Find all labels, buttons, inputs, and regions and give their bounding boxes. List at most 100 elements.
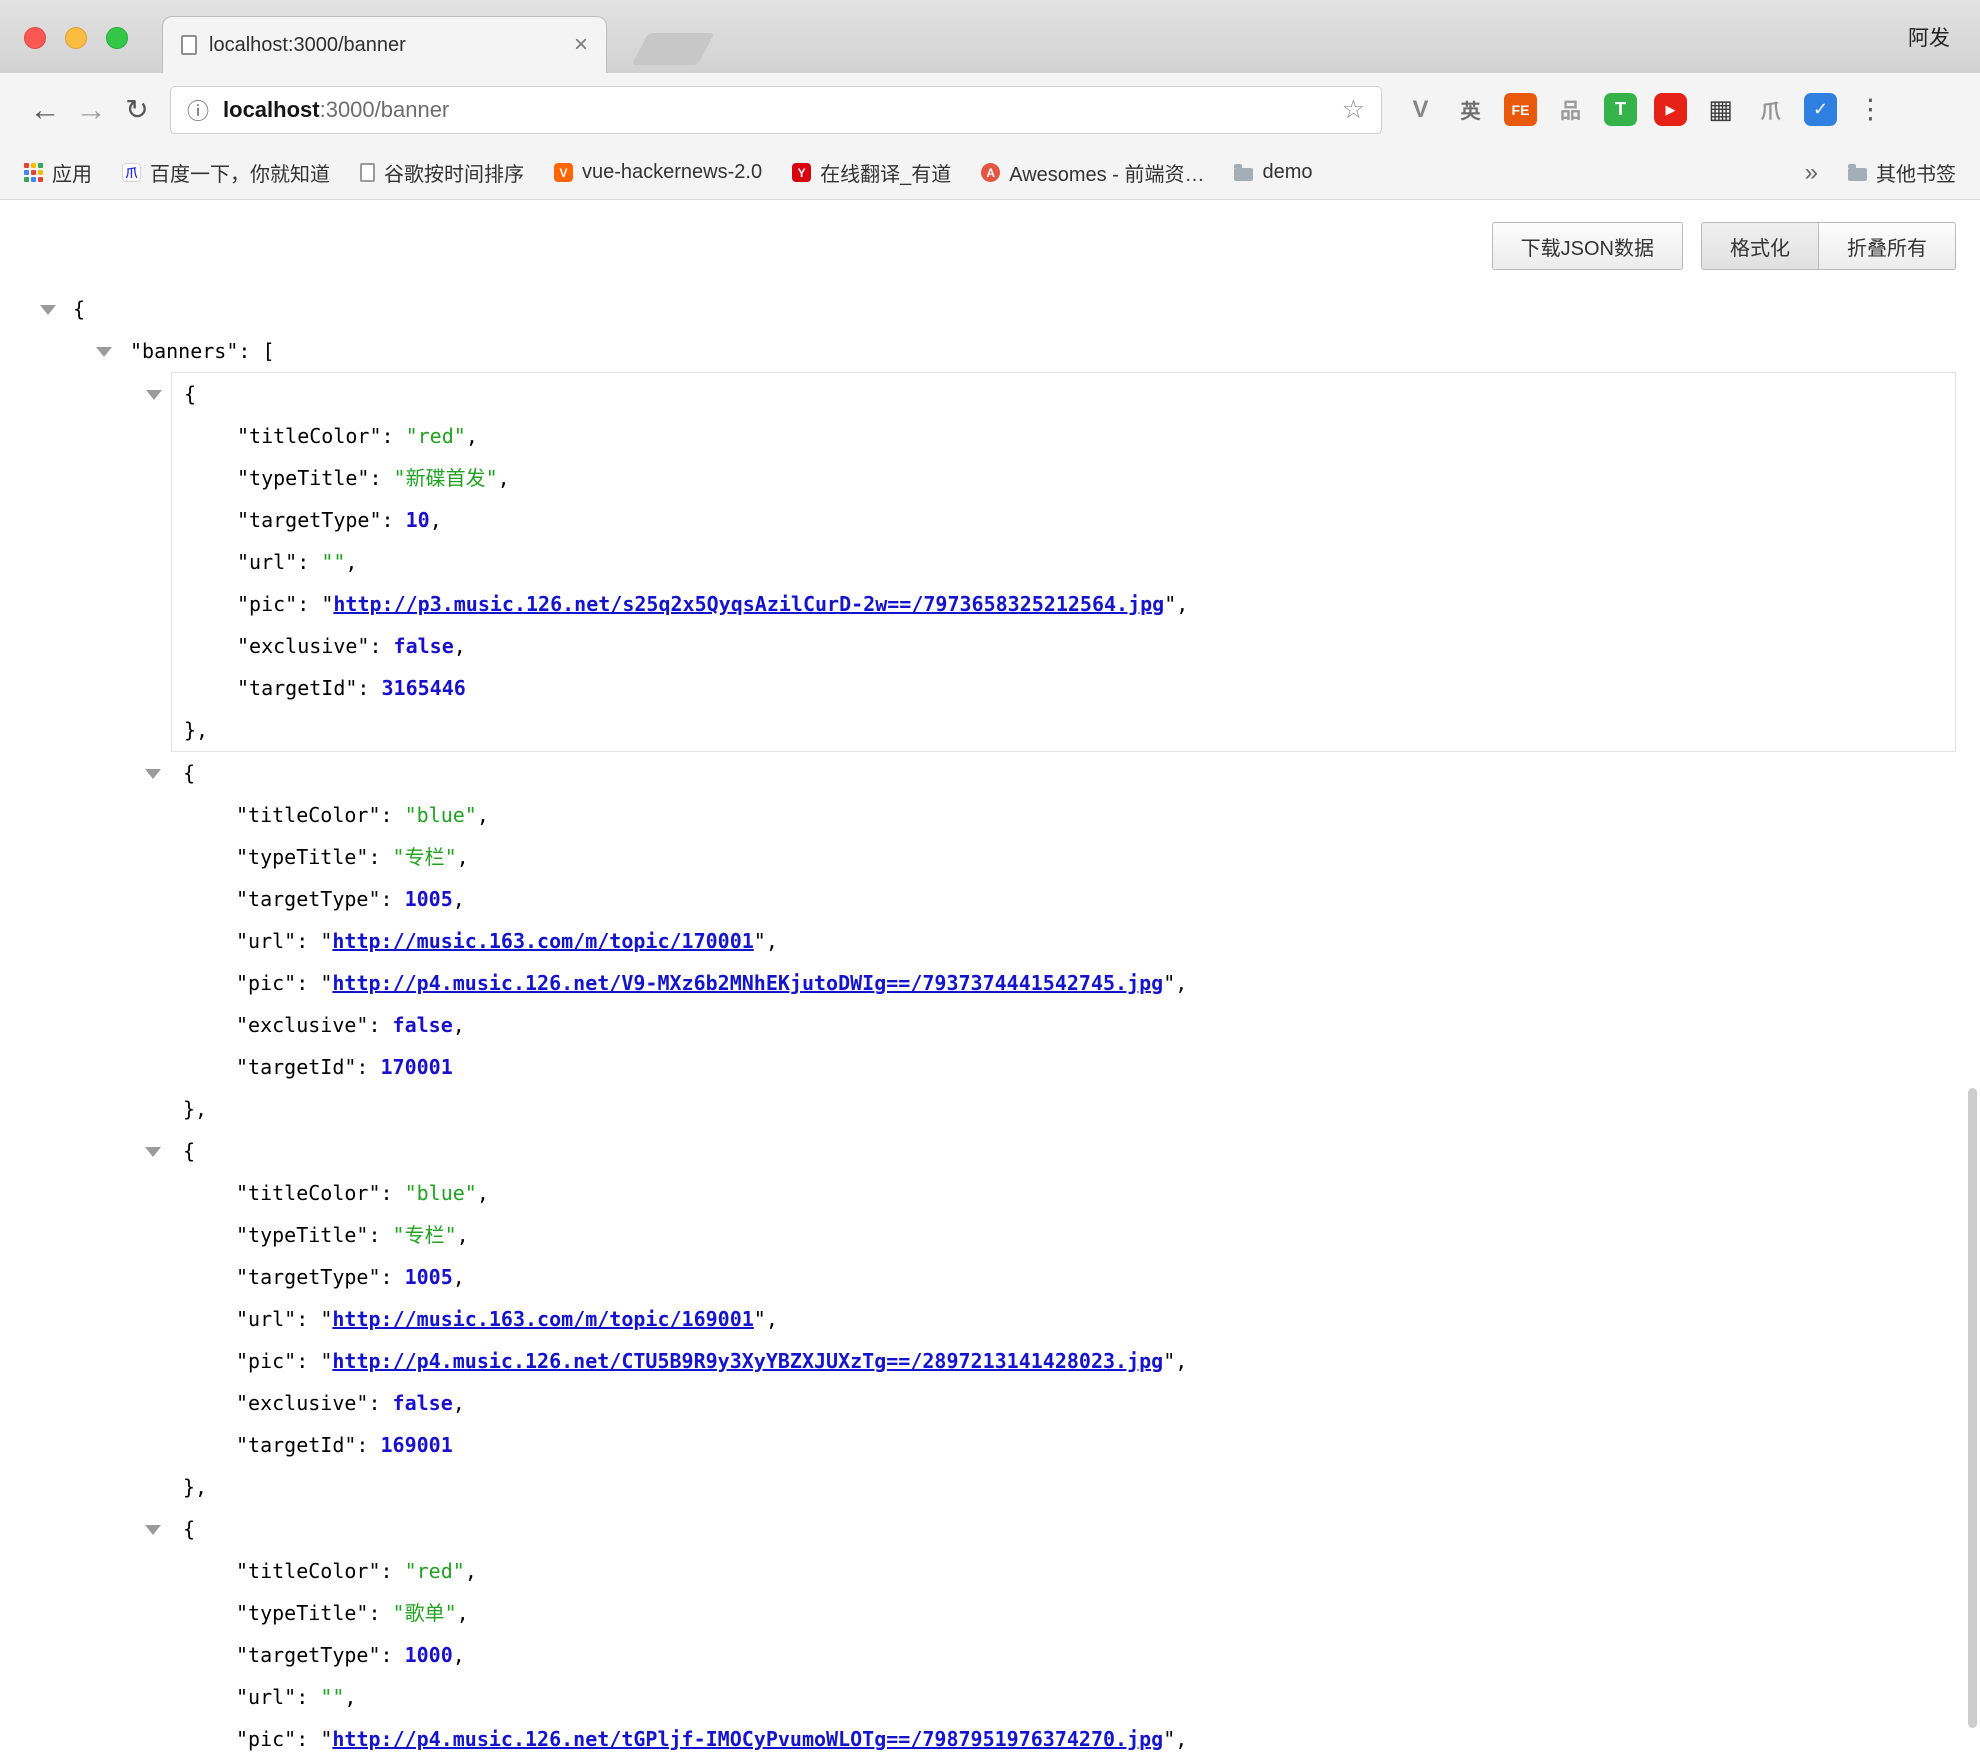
browser-tab[interactable]: localhost:3000/banner × <box>162 16 607 73</box>
ext-translate-icon[interactable] <box>1454 93 1487 126</box>
collapse-all-button[interactable]: 折叠所有 <box>1819 222 1956 270</box>
collapse-toggle-icon[interactable] <box>145 1525 161 1535</box>
json-line: "typeTitle": "专栏", <box>171 1214 1956 1256</box>
bookmark-star-icon[interactable]: ☆ <box>1342 94 1365 125</box>
json-token: 1000 <box>405 1643 453 1667</box>
json-token: "歌单" <box>393 1601 457 1625</box>
json-line: "titleColor": "red", <box>171 1550 1956 1592</box>
apps-label: 应用 <box>52 158 92 187</box>
url-link[interactable]: http://music.163.com/m/topic/169001 <box>332 1307 753 1331</box>
json-token: "typeTitle" <box>236 1223 368 1247</box>
json-line: "targetId": 169001 <box>171 1424 1956 1466</box>
json-token: { <box>183 761 195 785</box>
reload-button[interactable]: ↻ <box>114 96 160 124</box>
bookmark-item[interactable]: vue-hackernews-2.0 <box>554 161 762 184</box>
json-token: : <box>368 1601 392 1625</box>
json-token: " <box>320 1349 332 1373</box>
json-token: , <box>430 508 442 532</box>
maximize-window-button[interactable] <box>106 27 128 49</box>
ext-fe-icon[interactable] <box>1504 93 1537 126</box>
json-token: "titleColor" <box>236 1559 381 1583</box>
format-button[interactable]: 格式化 <box>1701 222 1819 270</box>
json-line: "pic": "http://p4.music.126.net/CTU5B9R9… <box>171 1340 1956 1382</box>
collapse-toggle-icon[interactable] <box>145 769 161 779</box>
json-line: "pic": "http://p4.music.126.net/tGPljf-I… <box>171 1718 1956 1754</box>
collapse-toggle-icon[interactable] <box>146 390 162 400</box>
bookmark-label: Awesomes - 前端资… <box>1009 158 1204 187</box>
json-token: , <box>453 1391 465 1415</box>
json-token: , <box>1175 971 1187 995</box>
close-window-button[interactable] <box>24 27 46 49</box>
json-token: : <box>381 1559 405 1583</box>
json-token: false <box>393 1391 453 1415</box>
vertical-scrollbar[interactable] <box>1968 1088 1977 1728</box>
forward-button[interactable]: → <box>68 94 114 125</box>
json-token: " <box>754 1307 766 1331</box>
json-token: "pic" <box>237 592 297 616</box>
json-token: "typeTitle" <box>236 1601 368 1625</box>
bookmark-item[interactable]: 谷歌按时间排序 <box>360 158 524 187</box>
json-line: "url": "", <box>172 541 1955 583</box>
ext-shield-check-icon[interactable] <box>1804 93 1837 126</box>
url-link[interactable]: http://p4.music.126.net/V9-MXz6b2MNhEKju… <box>332 971 1163 995</box>
url-path: :3000/banner <box>320 97 450 122</box>
json-token: 3165446 <box>382 676 466 700</box>
browser-toolbar: ← → ↻ ⓘ localhost:3000/banner ☆ ⋮ <box>0 73 1980 146</box>
profile-name[interactable]: 阿发 <box>1908 22 1950 52</box>
collapse-toggle-icon[interactable] <box>96 347 112 357</box>
url-link[interactable]: http://p4.music.126.net/CTU5B9R9y3XyYBZX… <box>332 1349 1163 1373</box>
ext-shield-t-icon[interactable] <box>1604 93 1637 126</box>
bookmark-item[interactable]: Awesomes - 前端资… <box>981 158 1204 187</box>
json-token: }, <box>183 1475 207 1499</box>
json-token: { <box>184 382 196 406</box>
download-json-button[interactable]: 下载JSON数据 <box>1492 222 1683 270</box>
ext-youtube-icon[interactable] <box>1654 93 1687 126</box>
bookmark-item[interactable]: 在线翻译_有道 <box>792 158 951 187</box>
json-token: , <box>477 1181 489 1205</box>
url-link[interactable]: http://music.163.com/m/topic/170001 <box>332 929 753 953</box>
json-token: : <box>296 1307 320 1331</box>
new-tab-button[interactable] <box>631 33 714 65</box>
back-button[interactable]: ← <box>22 94 68 125</box>
bookmarks-overflow-chevron[interactable]: » <box>1805 159 1818 187</box>
json-token: : <box>382 424 406 448</box>
json-line: "banners": [ <box>0 330 1980 372</box>
address-bar[interactable]: ⓘ localhost:3000/banner ☆ <box>170 86 1382 134</box>
minimize-window-button[interactable] <box>65 27 87 49</box>
apps-shortcut[interactable]: 应用 <box>24 158 92 187</box>
bookmark-items: 百度一下，你就知道 谷歌按时间排序 vue-hackernews-2.0 在线翻译_有… <box>122 158 1312 187</box>
json-token: "targetType" <box>236 887 381 911</box>
bookmark-label: demo <box>1262 161 1312 184</box>
collapse-toggle-icon[interactable] <box>40 305 56 315</box>
url-link[interactable]: http://p3.music.126.net/s25q2x5QyqsAzilC… <box>333 592 1164 616</box>
apps-grid-icon <box>24 163 43 182</box>
json-token: , <box>766 929 778 953</box>
json-token: : <box>381 803 405 827</box>
browser-menu-icon[interactable]: ⋮ <box>1857 94 1884 125</box>
bookmark-label: 谷歌按时间排序 <box>384 158 524 187</box>
bookmark-item[interactable]: demo <box>1234 161 1312 184</box>
ext-group-icon[interactable] <box>1554 93 1587 126</box>
json-token: " <box>1163 971 1175 995</box>
ext-qr-icon[interactable] <box>1704 93 1737 126</box>
url-link[interactable]: http://p4.music.126.net/tGPljf-IMOCyPvum… <box>332 1727 1163 1751</box>
json-token: , <box>477 803 489 827</box>
json-line: { <box>171 1508 1956 1550</box>
json-token: : <box>381 887 405 911</box>
other-bookmarks[interactable]: 其他书签 <box>1848 158 1956 187</box>
json-token: 10 <box>406 508 430 532</box>
json-token: "targetType" <box>237 508 382 532</box>
ext-v-icon[interactable] <box>1404 93 1437 126</box>
tab-close-icon[interactable]: × <box>574 33 588 57</box>
ext-paw-icon[interactable] <box>1754 93 1787 126</box>
json-token: "专栏" <box>393 845 457 869</box>
json-token: false <box>393 1013 453 1037</box>
json-token: , <box>457 1601 469 1625</box>
bookmark-item[interactable]: 百度一下，你就知道 <box>122 158 330 187</box>
page-info-icon[interactable]: ⓘ <box>187 94 209 126</box>
folder-icon <box>1848 168 1867 181</box>
vue-icon <box>554 163 573 182</box>
json-line: "exclusive": false, <box>171 1004 1956 1046</box>
json-token: "typeTitle" <box>236 845 368 869</box>
collapse-toggle-icon[interactable] <box>145 1147 161 1157</box>
